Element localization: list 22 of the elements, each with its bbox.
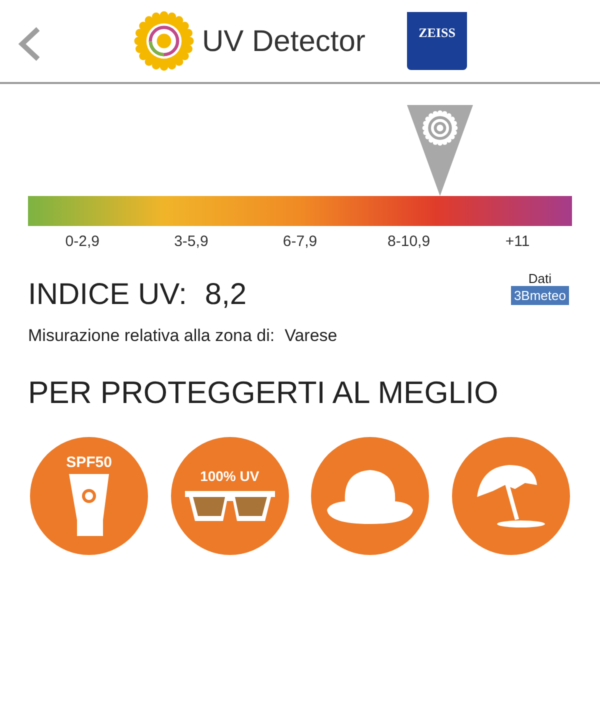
back-chevron-icon xyxy=(16,26,42,62)
sun-logo-icon xyxy=(132,9,196,73)
source-logo: 3Bmeteo xyxy=(510,286,569,304)
location-value: Varese xyxy=(284,324,338,346)
sunglasses-icon xyxy=(184,490,275,522)
scale-label: 6-7,9 xyxy=(282,232,318,252)
scale-label: 0-2,9 xyxy=(64,232,100,252)
gear-icon xyxy=(420,109,459,147)
beach-umbrella-icon xyxy=(474,462,547,528)
uv-index-value: 8,2 xyxy=(204,276,247,312)
spf-label: SPF50 xyxy=(66,455,112,470)
sunscreen-tube-icon xyxy=(68,474,109,536)
brand-logo: ZEISS xyxy=(407,12,467,70)
scale-label: +11 xyxy=(504,232,531,252)
scale-label: 8-10,9 xyxy=(386,232,432,252)
data-source-label: Dati xyxy=(528,272,552,284)
advice-title: PER PROTEGGERTI AL MEGLIO xyxy=(28,374,500,412)
scale-label: 3-5,9 xyxy=(173,232,210,252)
app-title: UV Detector xyxy=(202,24,366,60)
uv-index-label: INDICE UV: xyxy=(28,276,187,312)
location-label: Misurazione relativa alla zona di: xyxy=(28,324,275,346)
uv-protection-label: 100% UV xyxy=(200,468,260,482)
